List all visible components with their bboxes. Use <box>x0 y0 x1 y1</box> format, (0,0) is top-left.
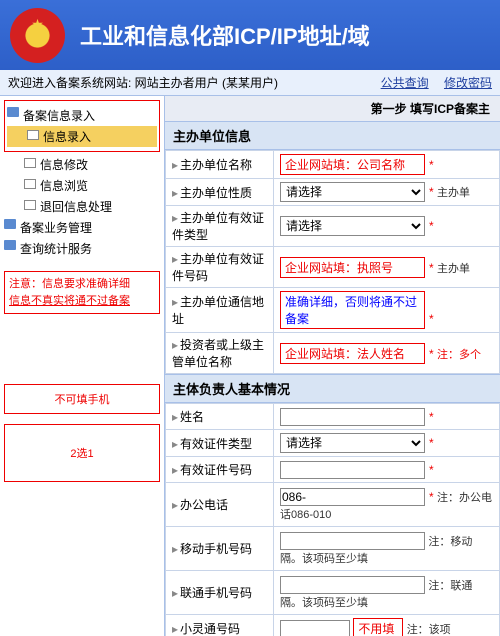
note-no-mobile: 不可填手机 <box>4 384 160 414</box>
input-cert-no[interactable] <box>280 461 425 479</box>
form-person: ▸姓名 * ▸有效证件类型 请选择* ▸有效证件号码 * ▸办公电话 * 注：办… <box>165 403 500 636</box>
main-panel: 第一步 填写ICP备案主 主办单位信息 ▸主办单位名称 企业网站填：公司名称* … <box>165 96 500 636</box>
sidebar-item-modify[interactable]: 信息修改 <box>4 154 160 175</box>
sidebar-item-query[interactable]: 查询统计服务 <box>4 238 160 259</box>
input-name[interactable] <box>280 408 425 426</box>
app-title: 工业和信息化部ICP/IP地址/域 <box>80 19 370 51</box>
sidebar-item-business[interactable]: 备案业务管理 <box>4 217 160 238</box>
top-bar: 欢迎进入备案系统网站: 网站主办者用户 (某某用户) 公共查询 修改密码 <box>0 70 500 96</box>
link-public-query[interactable]: 公共查询 <box>381 76 429 90</box>
hint-phs: 不用填 <box>353 618 403 636</box>
input-phs[interactable] <box>280 620 350 636</box>
section-person-info: 主体负责人基本情况 <box>165 374 500 403</box>
section-org-info: 主办单位信息 <box>165 121 500 150</box>
sidebar-item-returned[interactable]: 退回信息处理 <box>4 196 160 217</box>
field-investor[interactable]: 企业网站填：法人姓名 <box>280 343 425 364</box>
field-org-name[interactable]: 企业网站填：公司名称 <box>280 154 425 175</box>
input-office-phone[interactable] <box>280 488 425 506</box>
welcome-text: 欢迎进入备案系统网站: 网站主办者用户 (某某用户) <box>8 74 278 91</box>
app-header: 工业和信息化部ICP/IP地址/域 <box>0 0 500 70</box>
sidebar-item-browse[interactable]: 信息浏览 <box>4 175 160 196</box>
sidebar-item-filing[interactable]: 备案信息录入 <box>7 105 157 126</box>
sidebar: 备案信息录入 信息录入 信息修改 信息浏览 退回信息处理 备案业务管理 查询统计… <box>0 96 165 636</box>
tree-group-filing: 备案信息录入 信息录入 <box>4 100 160 152</box>
form-org: ▸主办单位名称 企业网站填：公司名称* ▸主办单位性质 请选择* 主办单 ▸主办… <box>165 150 500 374</box>
input-mobile[interactable] <box>280 532 425 550</box>
select-org-type[interactable]: 请选择 <box>280 182 425 202</box>
step-indicator: 第一步 填写ICP备案主 <box>165 96 500 121</box>
field-cert-no[interactable]: 企业网站填：执照号 <box>280 257 425 278</box>
select-person-cert[interactable]: 请选择 <box>280 433 425 453</box>
note-choose-one: 2选1 <box>4 424 160 482</box>
input-unicom[interactable] <box>280 576 425 594</box>
sidebar-item-entry[interactable]: 信息录入 <box>7 126 157 147</box>
link-change-password[interactable]: 修改密码 <box>444 76 492 90</box>
select-cert-type[interactable]: 请选择 <box>280 216 425 236</box>
field-address[interactable]: 准确详细，否则将通不过备案 <box>280 291 425 329</box>
emblem-icon <box>10 8 65 63</box>
note-accuracy: 注意：信息要求准确详细 信息不真实将通不过备案 <box>4 271 160 314</box>
